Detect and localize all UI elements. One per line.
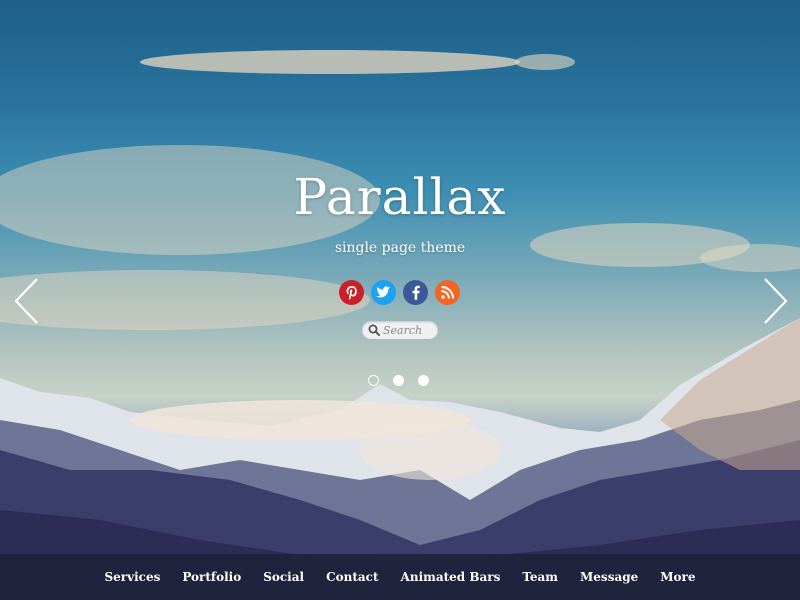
nav-item-animated-bars[interactable]: Animated Bars xyxy=(390,570,512,584)
nav-item-portfolio[interactable]: Portfolio xyxy=(171,570,252,584)
nav-item-contact[interactable]: Contact xyxy=(315,570,389,584)
hero-section: Parallax single page theme xyxy=(0,0,800,600)
rss-glyph xyxy=(441,286,454,299)
slider-dots xyxy=(368,375,429,386)
page-subtitle: single page theme xyxy=(334,240,466,256)
nav-item-more[interactable]: More xyxy=(649,570,706,584)
twitter-glyph xyxy=(376,286,391,298)
chevron-right-icon[interactable] xyxy=(760,276,790,326)
pinterest-glyph xyxy=(346,285,357,300)
page-title: Parallax xyxy=(293,168,507,226)
nav-item-team[interactable]: Team xyxy=(511,570,569,584)
social-links xyxy=(339,280,460,305)
facebook-icon[interactable] xyxy=(403,280,428,305)
pinterest-icon[interactable] xyxy=(339,280,364,305)
search-input[interactable] xyxy=(383,323,437,337)
main-navigation: Services Portfolio Social Contact Animat… xyxy=(0,554,800,600)
chevron-left-icon[interactable] xyxy=(12,276,42,326)
facebook-glyph xyxy=(411,285,420,300)
nav-item-services[interactable]: Services xyxy=(93,570,171,584)
nav-list: Services Portfolio Social Contact Animat… xyxy=(93,570,706,584)
rss-icon[interactable] xyxy=(435,280,460,305)
nav-item-social[interactable]: Social xyxy=(252,570,315,584)
search-icon xyxy=(368,324,380,336)
search-box xyxy=(362,321,438,339)
nav-item-message[interactable]: Message xyxy=(569,570,649,584)
slider-dot-3[interactable] xyxy=(418,375,429,386)
slider-dot-2[interactable] xyxy=(393,375,404,386)
slider-dot-1[interactable] xyxy=(368,375,379,386)
twitter-icon[interactable] xyxy=(371,280,396,305)
